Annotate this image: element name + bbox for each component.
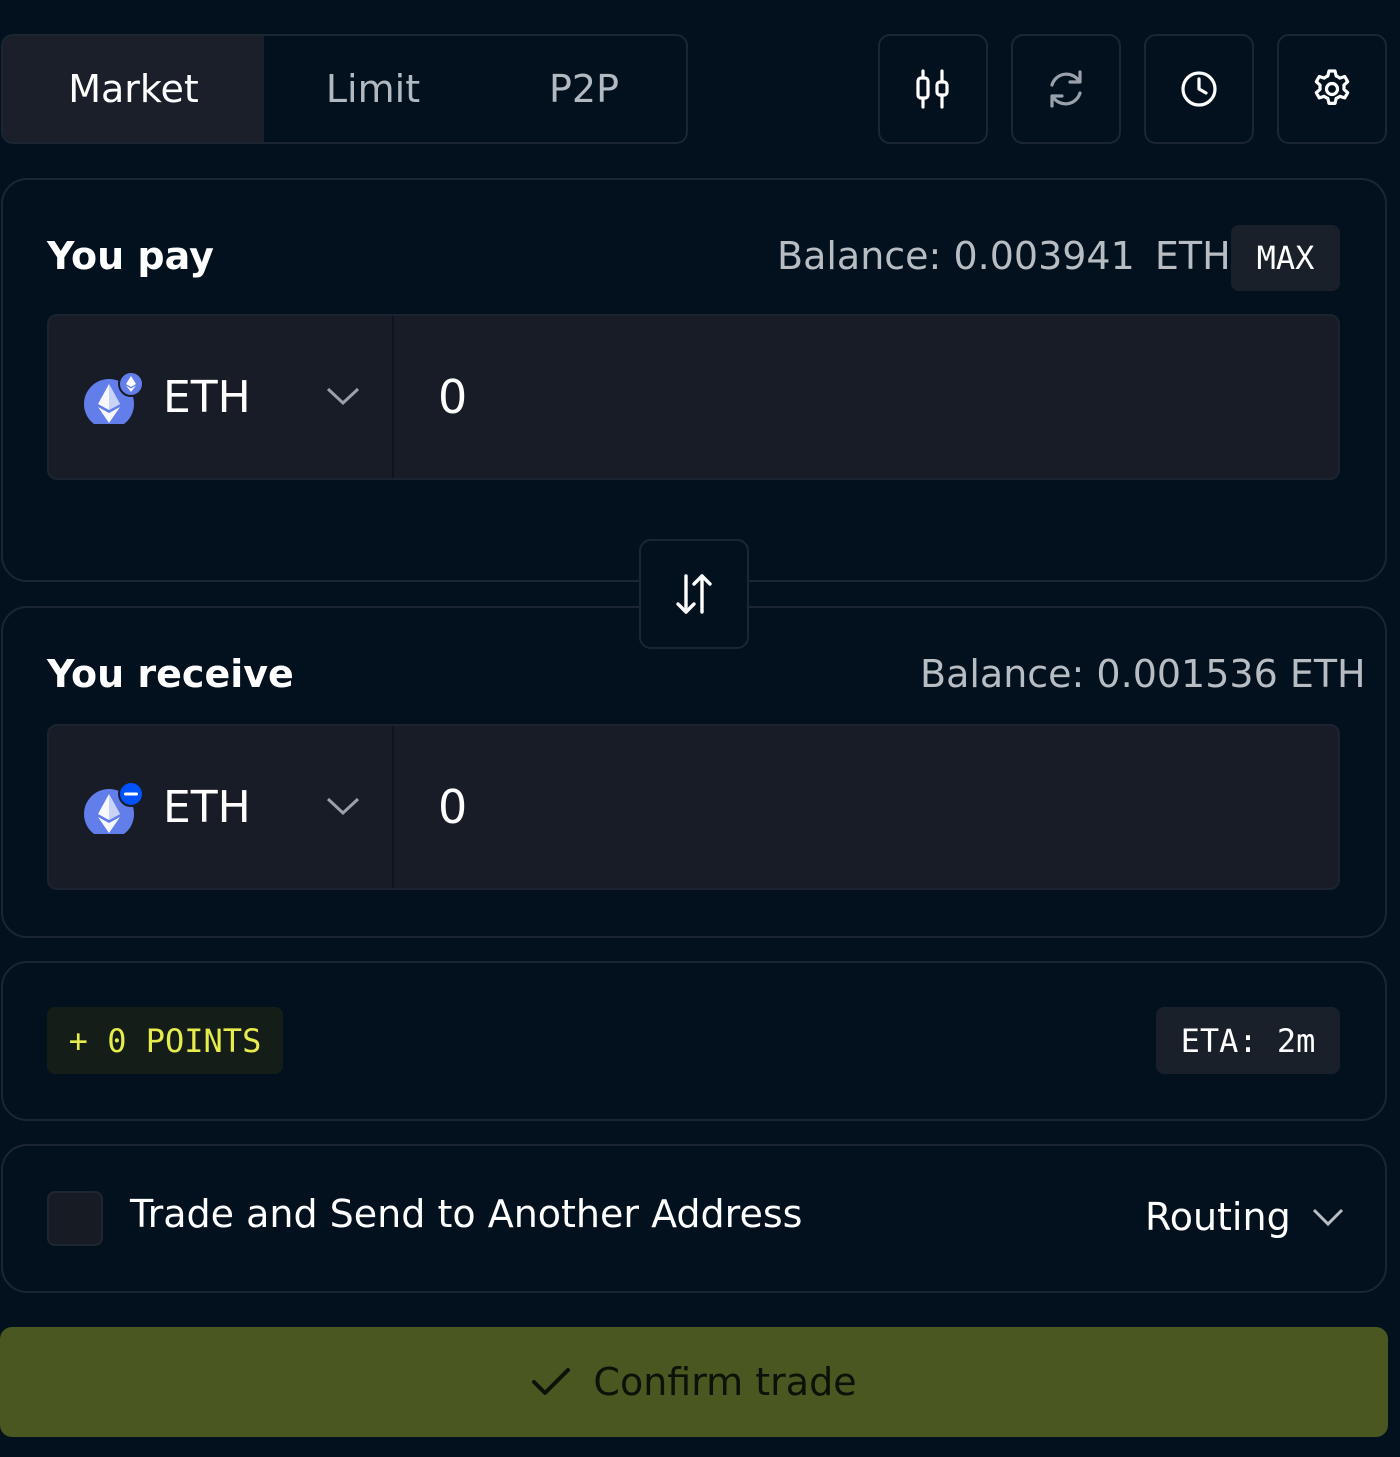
- routing-label: Routing: [1145, 1195, 1291, 1239]
- pay-balance: Balance: 0.003941 ETH: [777, 234, 1231, 278]
- refresh-icon: [1050, 70, 1082, 108]
- settings-gear-icon: [1314, 69, 1350, 105]
- points-badge: + 0 POINTS: [47, 1007, 283, 1074]
- receive-balance: Balance: 0.001536 ETH: [920, 652, 1366, 696]
- receive-token-select[interactable]: ETH: [49, 726, 394, 888]
- chart-button[interactable]: [878, 34, 988, 144]
- receive-label: You receive: [47, 652, 294, 696]
- send-to-address-checkbox[interactable]: [47, 1191, 103, 1246]
- eth-token-icon: [84, 782, 144, 834]
- settings-button[interactable]: [1277, 34, 1387, 144]
- chevron-down-icon: [326, 797, 360, 816]
- routing-toggle[interactable]: Routing: [1145, 1192, 1345, 1242]
- pay-label: You pay: [47, 234, 214, 278]
- pay-amount-input[interactable]: [394, 316, 1338, 478]
- tab-market[interactable]: Market: [3, 36, 264, 142]
- eth-token-icon: [84, 372, 144, 424]
- checkmark-icon: [532, 1368, 571, 1395]
- swap-arrows-icon: [676, 574, 712, 614]
- pay-token-name: ETH: [163, 371, 251, 423]
- trade-mode-tabs: Market Limit P2P: [1, 34, 688, 144]
- confirm-trade-label: Confirm trade: [593, 1360, 857, 1404]
- history-button[interactable]: [1144, 34, 1254, 144]
- receive-field: ETH: [47, 724, 1340, 890]
- receive-token-name: ETH: [163, 781, 251, 833]
- chevron-down-icon: [326, 387, 360, 406]
- swap-direction-button-overlay[interactable]: [639, 539, 749, 649]
- send-to-address-label: Trade and Send to Another Address: [130, 1192, 803, 1236]
- eta-badge: ETA: 2m: [1156, 1007, 1340, 1074]
- chevron-down-icon: [1312, 1208, 1343, 1227]
- pay-field: ETH: [47, 314, 1340, 480]
- max-button[interactable]: MAX: [1231, 225, 1340, 291]
- tab-p2p[interactable]: P2P: [482, 36, 686, 142]
- confirm-trade-button[interactable]: Confirm trade: [0, 1327, 1388, 1437]
- history-clock-icon: [1181, 71, 1217, 107]
- receive-amount-input[interactable]: [394, 726, 1338, 888]
- pay-token-select[interactable]: ETH: [49, 316, 394, 478]
- tab-limit[interactable]: Limit: [264, 36, 482, 142]
- candlestick-chart-icon: [916, 69, 949, 109]
- refresh-button[interactable]: [1011, 34, 1121, 144]
